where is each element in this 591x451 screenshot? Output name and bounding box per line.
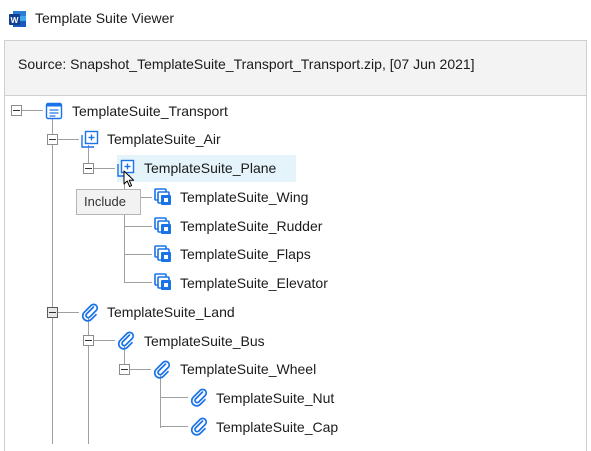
document-icon	[45, 102, 63, 120]
tree-connector	[94, 340, 115, 341]
copy-icon	[154, 188, 171, 205]
collapse-toggle-plane[interactable]	[83, 163, 94, 174]
tree-item-wing[interactable]: TemplateSuite_Wing	[180, 188, 308, 206]
paperclip-icon	[190, 388, 208, 407]
paperclip-icon	[81, 303, 99, 322]
tree-connector	[130, 369, 151, 370]
collapse-toggle-transport[interactable]	[11, 105, 22, 116]
tree-connector	[58, 139, 79, 140]
collapse-toggle-wheel[interactable]	[119, 364, 130, 375]
tree-connector	[52, 318, 53, 444]
tree-item-elevator[interactable]: TemplateSuite_Elevator	[180, 274, 328, 292]
tree-connector	[94, 168, 115, 169]
tree-connector	[124, 254, 152, 255]
mouse-cursor-icon	[123, 170, 135, 187]
tree-item-rudder[interactable]: TemplateSuite_Rudder	[180, 217, 322, 235]
tree-item-bus[interactable]: TemplateSuite_Bus	[144, 332, 265, 350]
tree-item-flaps[interactable]: TemplateSuite_Flaps	[180, 245, 311, 263]
copy-icon	[154, 217, 171, 234]
tree-item-wheel[interactable]: TemplateSuite_Wheel	[180, 360, 316, 378]
copy-icon	[154, 273, 171, 290]
tree-connector	[160, 426, 188, 427]
tree-item-transport[interactable]: TemplateSuite_Transport	[72, 102, 228, 120]
copy-icon	[154, 245, 171, 262]
tree-connector	[88, 346, 89, 444]
tree-connector	[124, 226, 152, 227]
tree-connector	[160, 375, 161, 428]
paperclip-icon	[153, 360, 171, 379]
template-tree: TemplateSuite_Transport TemplateSuite_Ai…	[0, 0, 591, 444]
tree-item-nut[interactable]: TemplateSuite_Nut	[216, 389, 334, 407]
collapse-toggle-bus[interactable]	[83, 335, 94, 346]
tree-item-air[interactable]: TemplateSuite_Air	[107, 130, 221, 148]
tree-item-plane[interactable]: TemplateSuite_Plane	[144, 159, 276, 177]
tree-connector	[52, 116, 53, 312]
tree-item-land[interactable]: TemplateSuite_Land	[107, 303, 235, 321]
paperclip-icon	[117, 331, 135, 350]
tree-connector	[160, 397, 188, 398]
paperclip-icon	[190, 417, 208, 436]
tooltip: Include	[76, 189, 141, 215]
include-icon	[81, 130, 99, 148]
tree-connector	[22, 110, 43, 111]
tree-connector	[58, 312, 79, 313]
collapse-toggle-air[interactable]	[47, 134, 58, 145]
tree-connector	[124, 282, 152, 283]
collapse-toggle-land[interactable]	[47, 307, 58, 318]
tree-item-cap[interactable]: TemplateSuite_Cap	[216, 418, 338, 436]
